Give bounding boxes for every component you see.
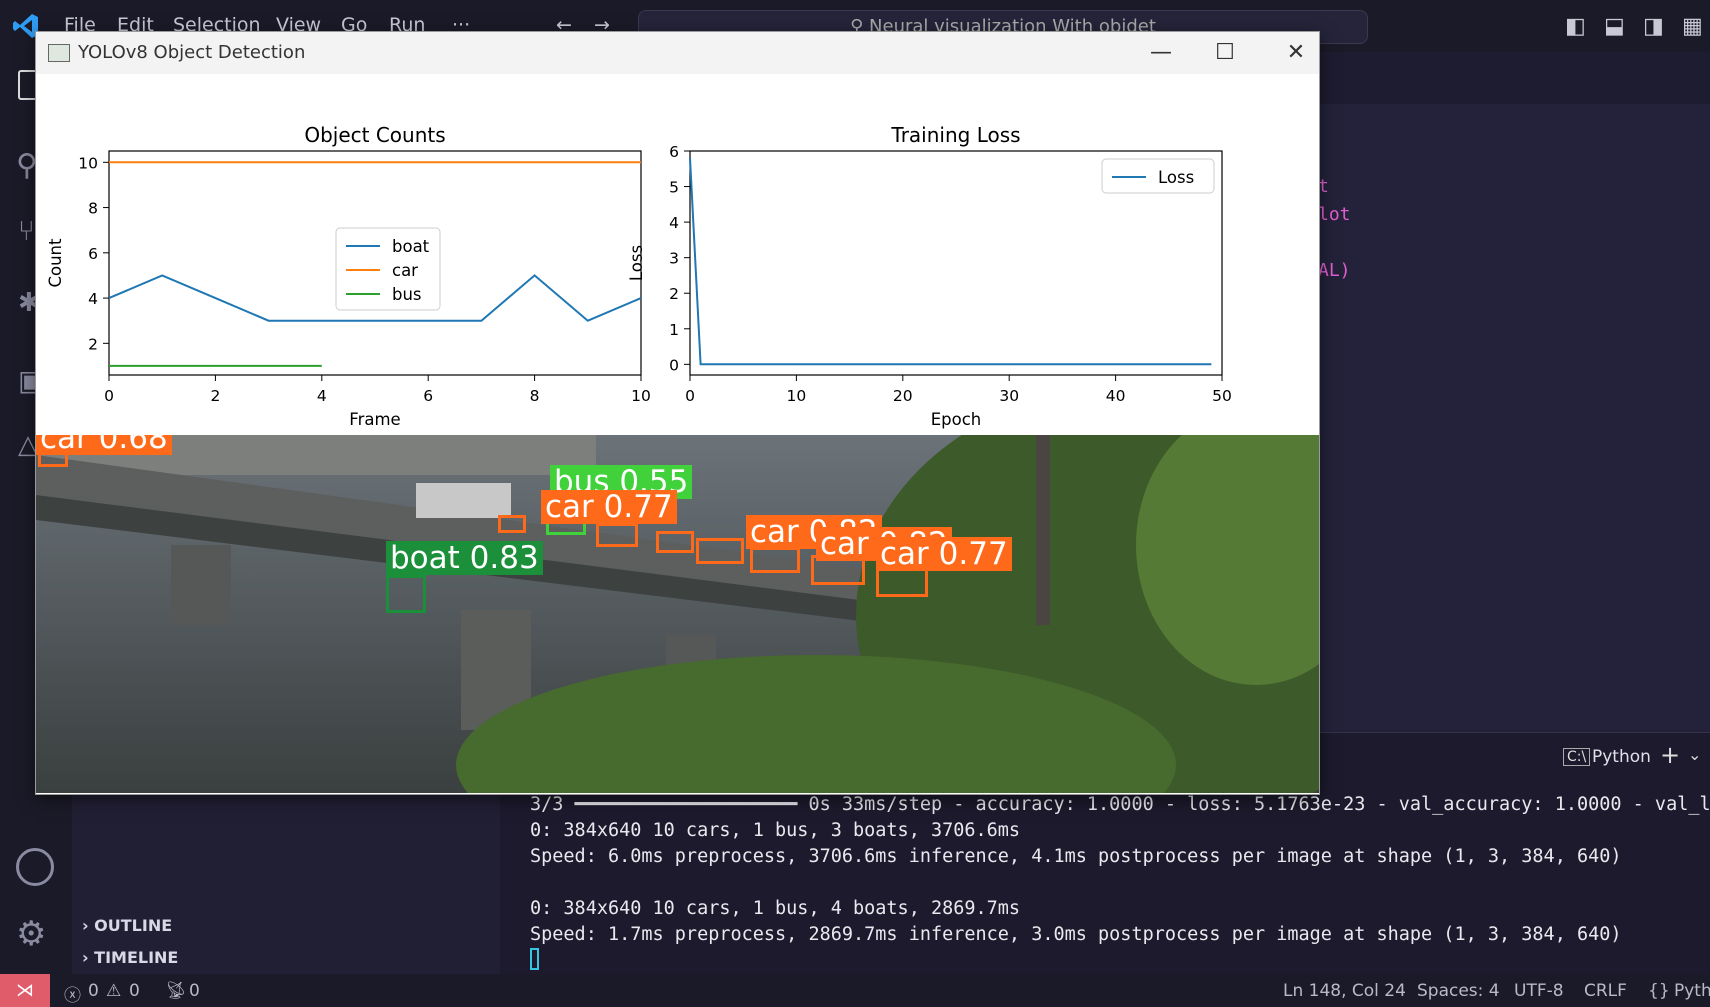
terminal-line: 3/3 ━━━━━━━━━━━━━━━━━━━━ 0s 33ms/step - …	[530, 794, 1710, 815]
x-axis-label: Epoch	[931, 410, 982, 429]
toggle-sidebar-icon[interactable]: ◧	[1565, 14, 1586, 39]
toggle-panel-icon[interactable]: ⬓	[1604, 14, 1625, 39]
y-tick-label: 0	[669, 356, 679, 374]
terminal-shell-icon: C:\	[1563, 748, 1591, 766]
detection-box	[656, 531, 694, 553]
detection-label: boat 0.83	[386, 541, 543, 575]
detection-box	[596, 523, 638, 547]
x-tick-label: 0	[104, 387, 114, 405]
errors-icon[interactable]: ⓧ	[64, 981, 81, 1006]
ports-count[interactable]: 0	[189, 981, 200, 1001]
warnings-icon[interactable]: ⚠	[106, 981, 121, 1001]
x-tick-label: 30	[999, 387, 1019, 405]
lamp-post	[1036, 435, 1050, 625]
errors-count[interactable]: 0	[88, 981, 99, 1001]
y-tick-label: 4	[88, 290, 98, 308]
legend-label: bus	[392, 285, 422, 304]
encoding[interactable]: UTF-8	[1514, 981, 1564, 1001]
x-tick-label: 0	[685, 387, 695, 405]
y-tick-label: 10	[78, 154, 98, 172]
terminal-line: 0: 384x640 10 cars, 1 bus, 4 boats, 2869…	[530, 898, 1021, 919]
detection-label: car 0.77	[541, 490, 677, 524]
language-mode[interactable]: Pyth	[1674, 981, 1710, 1001]
detection-label: car 0.77	[876, 537, 1012, 571]
y-axis-label: Loss	[627, 245, 646, 281]
y-tick-label: 6	[88, 245, 98, 263]
detection-image: car 0.68 bus 0.55 car 0.77 car 0.82 car …	[36, 435, 1319, 793]
y-tick-label: 5	[669, 179, 679, 197]
x-tick-label: 50	[1212, 387, 1232, 405]
y-tick-label: 3	[669, 250, 679, 268]
maximize-button[interactable]: ☐	[1208, 36, 1242, 70]
window-titlebar[interactable]: YOLOv8 Object Detection — ☐ ✕	[36, 32, 1319, 74]
legend-label: car	[392, 261, 418, 280]
terminal-cursor	[530, 948, 539, 970]
line-ending[interactable]: CRLF	[1584, 981, 1627, 1001]
plot-figure: Object Counts0 2 4 6 8 10246810FrameCount boat…	[46, 123, 1232, 429]
indentation[interactable]: Spaces: 4	[1417, 981, 1500, 1001]
terminal-dropdown-chevron-icon[interactable]: ⌄	[1688, 745, 1701, 764]
terminal-line: 0: 384x640 10 cars, 1 bus, 3 boats, 3706…	[530, 820, 1021, 841]
y-tick-label: 6	[669, 143, 679, 161]
cursor-position[interactable]: Ln 148, Col 24	[1283, 981, 1406, 1001]
detection-box	[750, 547, 800, 573]
chart-title: Object Counts	[304, 123, 445, 147]
chevron-right-icon: ›	[82, 948, 89, 967]
detection-box	[696, 538, 744, 564]
x-tick-label: 2	[210, 387, 220, 405]
y-tick-label: 2	[88, 335, 98, 353]
ports-icon[interactable]: 📡︎	[165, 981, 187, 1001]
x-tick-label: 6	[423, 387, 433, 405]
minimize-button[interactable]: —	[1144, 36, 1178, 70]
language-braces-icon[interactable]: {}	[1648, 981, 1670, 1001]
y-tick-label: 8	[88, 200, 98, 218]
y-tick-label: 1	[669, 321, 679, 339]
x-tick-label: 40	[1106, 387, 1126, 405]
y-tick-label: 4	[669, 214, 679, 232]
x-tick-label: 10	[631, 387, 651, 405]
timeline-section[interactable]: › TIMELINE	[82, 948, 178, 967]
chart-title: Training Loss	[890, 123, 1020, 147]
bus-body	[416, 483, 511, 518]
legend-label: Loss	[1158, 168, 1194, 187]
terminal-line: Speed: 1.7ms preprocess, 2869.7ms infere…	[530, 924, 1622, 945]
settings-gear-icon[interactable]: ⚙	[16, 914, 46, 954]
x-tick-label: 4	[317, 387, 327, 405]
outline-section[interactable]: › OUTLINE	[82, 916, 172, 935]
source-control-icon[interactable]: ⑂	[18, 214, 35, 247]
status-bar: ⋊ ⓧ 0 ⚠ 0 📡︎ 0 Ln 148, Col 24 Spaces: 4 …	[0, 974, 1710, 1007]
x-tick-label: 10	[787, 387, 807, 405]
detection-box	[498, 515, 526, 533]
code-fragment: lot	[1318, 204, 1351, 225]
code-fragment: AL)	[1318, 260, 1351, 281]
warnings-count[interactable]: 0	[129, 981, 140, 1001]
chevron-right-icon: ›	[82, 916, 89, 935]
legend-label: boat	[392, 237, 430, 256]
window-title: YOLOv8 Object Detection	[78, 42, 306, 63]
terminal-profile-label[interactable]: Python	[1592, 747, 1651, 767]
toggle-secondary-sidebar-icon[interactable]: ◨	[1643, 14, 1664, 39]
window-app-icon	[48, 44, 70, 62]
terminal-line: Speed: 6.0ms preprocess, 3706.6ms infere…	[530, 846, 1622, 867]
x-tick-label: 20	[893, 387, 913, 405]
detection-label: car 0.68	[36, 435, 172, 455]
detection-box	[386, 575, 426, 613]
account-icon[interactable]	[16, 848, 54, 886]
bridge-pier	[171, 545, 231, 625]
customize-layout-icon[interactable]: ▦	[1682, 14, 1703, 39]
y-tick-label: 2	[669, 285, 679, 303]
close-button[interactable]: ✕	[1279, 36, 1313, 70]
remote-indicator-icon[interactable]: ⋊	[0, 974, 50, 1007]
y-axis-label: Count	[46, 238, 65, 288]
yolo-window: YOLOv8 Object Detection — ☐ ✕ Object Cou…	[35, 31, 1320, 795]
x-tick-label: 8	[530, 387, 540, 405]
new-terminal-plus-icon[interactable]: +	[1660, 741, 1680, 769]
x-axis-label: Frame	[349, 410, 400, 429]
